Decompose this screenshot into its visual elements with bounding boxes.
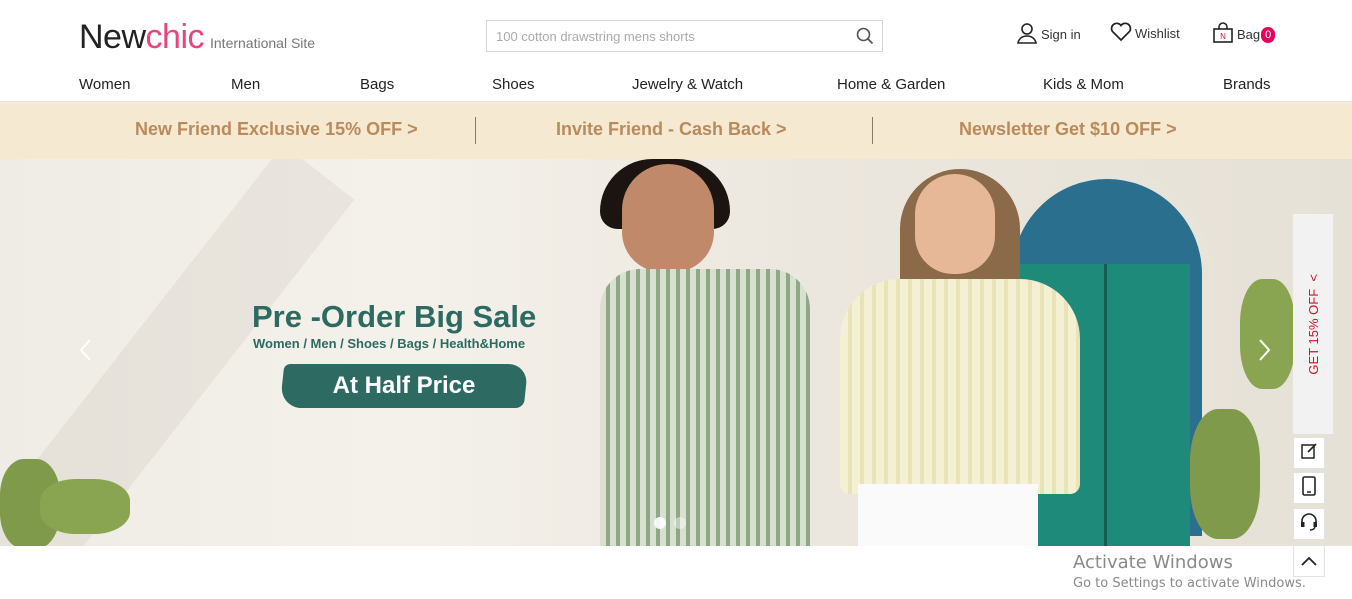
watermark-title: Activate Windows: [1073, 552, 1233, 573]
male-model-face: [622, 164, 714, 272]
nav-jewelry-watch[interactable]: Jewelry & Watch: [632, 76, 743, 93]
site-header: New chic International Site Sign in Wish…: [0, 0, 1352, 102]
nav-men[interactable]: Men: [231, 76, 260, 93]
door-seam: [1104, 264, 1107, 546]
sign-in-label: Sign in: [1041, 27, 1081, 42]
app-download-button[interactable]: [1293, 472, 1325, 504]
hero-banner[interactable]: Pre -Order Big Sale Women / Men / Shoes …: [0, 159, 1352, 546]
nav-kids-mom[interactable]: Kids & Mom: [1043, 76, 1124, 93]
floral-blouse-image: [840, 279, 1080, 494]
mobile-phone-icon: [1302, 476, 1316, 500]
shopping-bag-icon: N: [1212, 22, 1237, 47]
carousel-next-button[interactable]: [1250, 334, 1280, 370]
edit-icon: [1300, 442, 1318, 464]
wishlist-link[interactable]: Wishlist: [1110, 22, 1180, 45]
carousel-dots: [654, 517, 686, 529]
hero-cta-label: At Half Price: [332, 372, 476, 399]
search-input[interactable]: [487, 21, 848, 51]
promo-bar: New Friend Exclusive 15% OFF > Invite Fr…: [0, 102, 1352, 159]
heart-icon: [1110, 22, 1135, 45]
nav-shoes[interactable]: Shoes: [492, 76, 535, 93]
discount-side-tab[interactable]: GET 15% OFF <: [1293, 214, 1333, 434]
headset-icon: [1299, 512, 1319, 536]
logo-text-new: New: [79, 18, 146, 56]
carousel-dot-2[interactable]: [674, 517, 686, 529]
chevron-right-icon: [1258, 338, 1272, 366]
chevron-left-icon: [78, 338, 92, 366]
logo-site-label: International Site: [210, 35, 316, 51]
nav-brands[interactable]: Brands: [1223, 76, 1271, 93]
promo-divider: [872, 117, 873, 144]
white-pants-image: [858, 484, 1038, 546]
bag-count-badge: 0: [1261, 26, 1276, 43]
logo-text-chic: chic: [145, 18, 205, 56]
wishlist-label: Wishlist: [1135, 26, 1180, 41]
site-logo[interactable]: New chic International Site: [79, 18, 315, 57]
cactus-image: [1190, 409, 1260, 539]
svg-text:N: N: [1220, 32, 1226, 41]
discount-tab-label: GET 15% OFF <: [1305, 273, 1321, 375]
watermark-subtitle: Go to Settings to activate Windows.: [1073, 576, 1306, 591]
windows-activation-watermark: Activate Windows Go to Settings to activ…: [1073, 552, 1306, 591]
carousel-dot-1[interactable]: [654, 517, 666, 529]
striped-shirt-image: [600, 269, 810, 546]
customer-service-button[interactable]: [1293, 508, 1325, 540]
promo-invite-friend[interactable]: Invite Friend - Cash Back >: [556, 119, 787, 140]
promo-divider: [475, 117, 476, 144]
feedback-button[interactable]: [1293, 437, 1325, 469]
nav-women[interactable]: Women: [79, 76, 130, 93]
hero-title: Pre -Order Big Sale: [252, 299, 537, 334]
cactus-image: [40, 479, 130, 534]
carousel-prev-button[interactable]: [70, 334, 100, 370]
bag-link[interactable]: N Bag 0: [1212, 22, 1276, 47]
promo-new-friend[interactable]: New Friend Exclusive 15% OFF >: [135, 119, 418, 140]
female-model-face: [915, 174, 995, 274]
nav-bags[interactable]: Bags: [360, 76, 394, 93]
user-icon: [1016, 22, 1041, 47]
bag-label: Bag: [1237, 27, 1261, 42]
sign-in-link[interactable]: Sign in: [1016, 22, 1081, 47]
nav-home-garden[interactable]: Home & Garden: [837, 76, 945, 93]
hero-subtitle: Women / Men / Shoes / Bags / Health&Home: [253, 336, 526, 351]
promo-newsletter[interactable]: Newsletter Get $10 OFF >: [959, 119, 1177, 140]
search-box: [486, 20, 883, 52]
search-icon[interactable]: [848, 21, 882, 51]
